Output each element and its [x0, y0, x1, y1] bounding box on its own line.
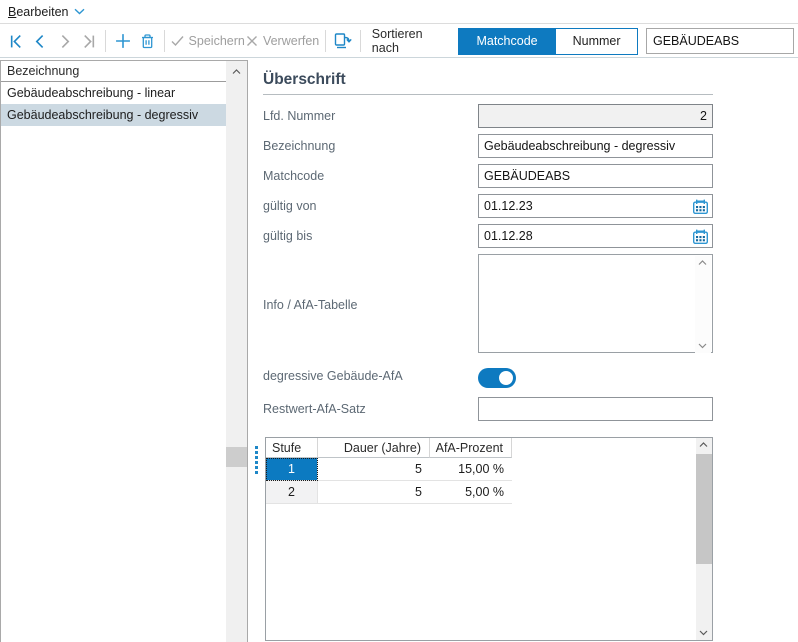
toggle-knob [499, 371, 513, 385]
calendar-icon[interactable] [692, 228, 709, 245]
next-record-button[interactable] [52, 28, 76, 54]
sort-matchcode-button[interactable]: Matchcode [458, 28, 556, 55]
delete-record-button[interactable] [135, 28, 159, 54]
cell-dauer[interactable]: 5 [318, 481, 430, 504]
matchcode-field[interactable] [478, 164, 713, 188]
bezeichnung-label: Bezeichnung [263, 134, 478, 158]
splitter-handle[interactable] [255, 446, 259, 476]
first-record-button[interactable] [4, 28, 28, 54]
cell-prozent[interactable]: 15,00 % [430, 458, 512, 481]
plus-icon [115, 33, 131, 49]
heading-divider [263, 94, 713, 95]
scroll-down-icon[interactable] [698, 343, 707, 349]
cell-stufe[interactable]: 2 [266, 481, 318, 504]
scroll-up-icon[interactable] [232, 69, 241, 75]
textarea-scrollbar[interactable] [695, 256, 711, 353]
last-record-icon [81, 34, 96, 49]
column-header-stufe[interactable]: Stufe [266, 438, 318, 458]
first-record-icon [9, 34, 24, 49]
last-record-button[interactable] [76, 28, 100, 54]
cell-dauer[interactable]: 5 [318, 458, 430, 481]
check-icon [171, 35, 184, 47]
sort-by-label: Sortieren nach [372, 27, 450, 55]
detail-panel: Überschrift Lfd. Nummer Bezeichnung Matc… [263, 60, 713, 641]
save-button[interactable]: Speichern [170, 28, 245, 54]
calendar-icon[interactable] [692, 198, 709, 215]
info-afa-field[interactable] [478, 254, 713, 353]
table-header-row: Stufe Dauer (Jahre) AfA-Prozent [266, 438, 712, 458]
table-scrollbar[interactable] [696, 438, 712, 640]
previous-record-icon [33, 34, 48, 49]
restwert-afa-field[interactable] [478, 397, 713, 421]
save-label: Speichern [189, 34, 245, 48]
cell-stufe[interactable]: 1 [266, 458, 318, 481]
list-scrollbar[interactable] [226, 61, 247, 642]
chevron-down-icon [74, 8, 85, 15]
menu-bar: Bearbeiten [0, 0, 798, 24]
toolbar: Speichern Verwerfen Sortieren nach Match… [0, 25, 798, 58]
next-record-icon [57, 34, 72, 49]
menu-item-label: Bearbeiten [8, 5, 68, 19]
add-record-button[interactable] [111, 28, 135, 54]
table-row[interactable]: 2 5 5,00 % [266, 481, 712, 504]
sort-nummer-button[interactable]: Nummer [556, 28, 638, 55]
gueltig-von-label: gültig von [263, 194, 478, 218]
search-input[interactable] [646, 28, 794, 54]
gueltig-von-field[interactable] [478, 194, 713, 218]
page-title: Überschrift [263, 71, 713, 89]
bezeichnung-field[interactable] [478, 134, 713, 158]
toolbar-separator [325, 30, 326, 52]
matchcode-label: Matchcode [263, 164, 478, 188]
degressive-afa-label: degressive Gebäude-AfA [263, 366, 478, 388]
afa-staffel-table: Stufe Dauer (Jahre) AfA-Prozent 1 5 15,0… [265, 437, 713, 641]
menu-item-bearbeiten[interactable]: Bearbeiten [8, 5, 85, 19]
degressive-afa-toggle[interactable] [478, 368, 516, 388]
toolbar-separator [360, 30, 361, 52]
duplicate-record-button[interactable] [331, 28, 355, 54]
restwert-afa-label: Restwert-AfA-Satz [263, 397, 478, 421]
toolbar-separator [164, 30, 165, 52]
list-item-linear[interactable]: Gebäudeabschreibung - linear [1, 82, 226, 104]
lfd-nummer-label: Lfd. Nummer [263, 104, 478, 128]
scrollbar-thumb[interactable] [696, 454, 712, 564]
list-item-degressiv[interactable]: Gebäudeabschreibung - degressiv [1, 104, 226, 126]
scrollbar-thumb[interactable] [226, 447, 247, 467]
table-row[interactable]: 1 5 15,00 % [266, 458, 712, 481]
scroll-up-icon[interactable] [699, 442, 708, 448]
column-header-prozent[interactable]: AfA-Prozent [430, 438, 512, 458]
record-list-panel: Bezeichnung Gebäudeabschreibung - linear… [0, 60, 248, 642]
discard-button[interactable]: Verwerfen [245, 28, 319, 54]
list-header: Bezeichnung [1, 61, 226, 82]
scroll-up-icon[interactable] [698, 260, 707, 266]
gueltig-bis-label: gültig bis [263, 224, 478, 248]
cell-prozent[interactable]: 5,00 % [430, 481, 512, 504]
close-icon [246, 35, 258, 47]
info-afa-label: Info / AfA-Tabelle [263, 298, 478, 312]
gueltig-bis-field[interactable] [478, 224, 713, 248]
lfd-nummer-field [478, 104, 713, 128]
toolbar-separator [105, 30, 106, 52]
discard-label: Verwerfen [263, 34, 319, 48]
duplicate-record-icon [333, 32, 353, 50]
trash-icon [139, 33, 156, 50]
column-header-dauer[interactable]: Dauer (Jahre) [318, 438, 430, 458]
previous-record-button[interactable] [28, 28, 52, 54]
scroll-down-icon[interactable] [699, 630, 708, 636]
